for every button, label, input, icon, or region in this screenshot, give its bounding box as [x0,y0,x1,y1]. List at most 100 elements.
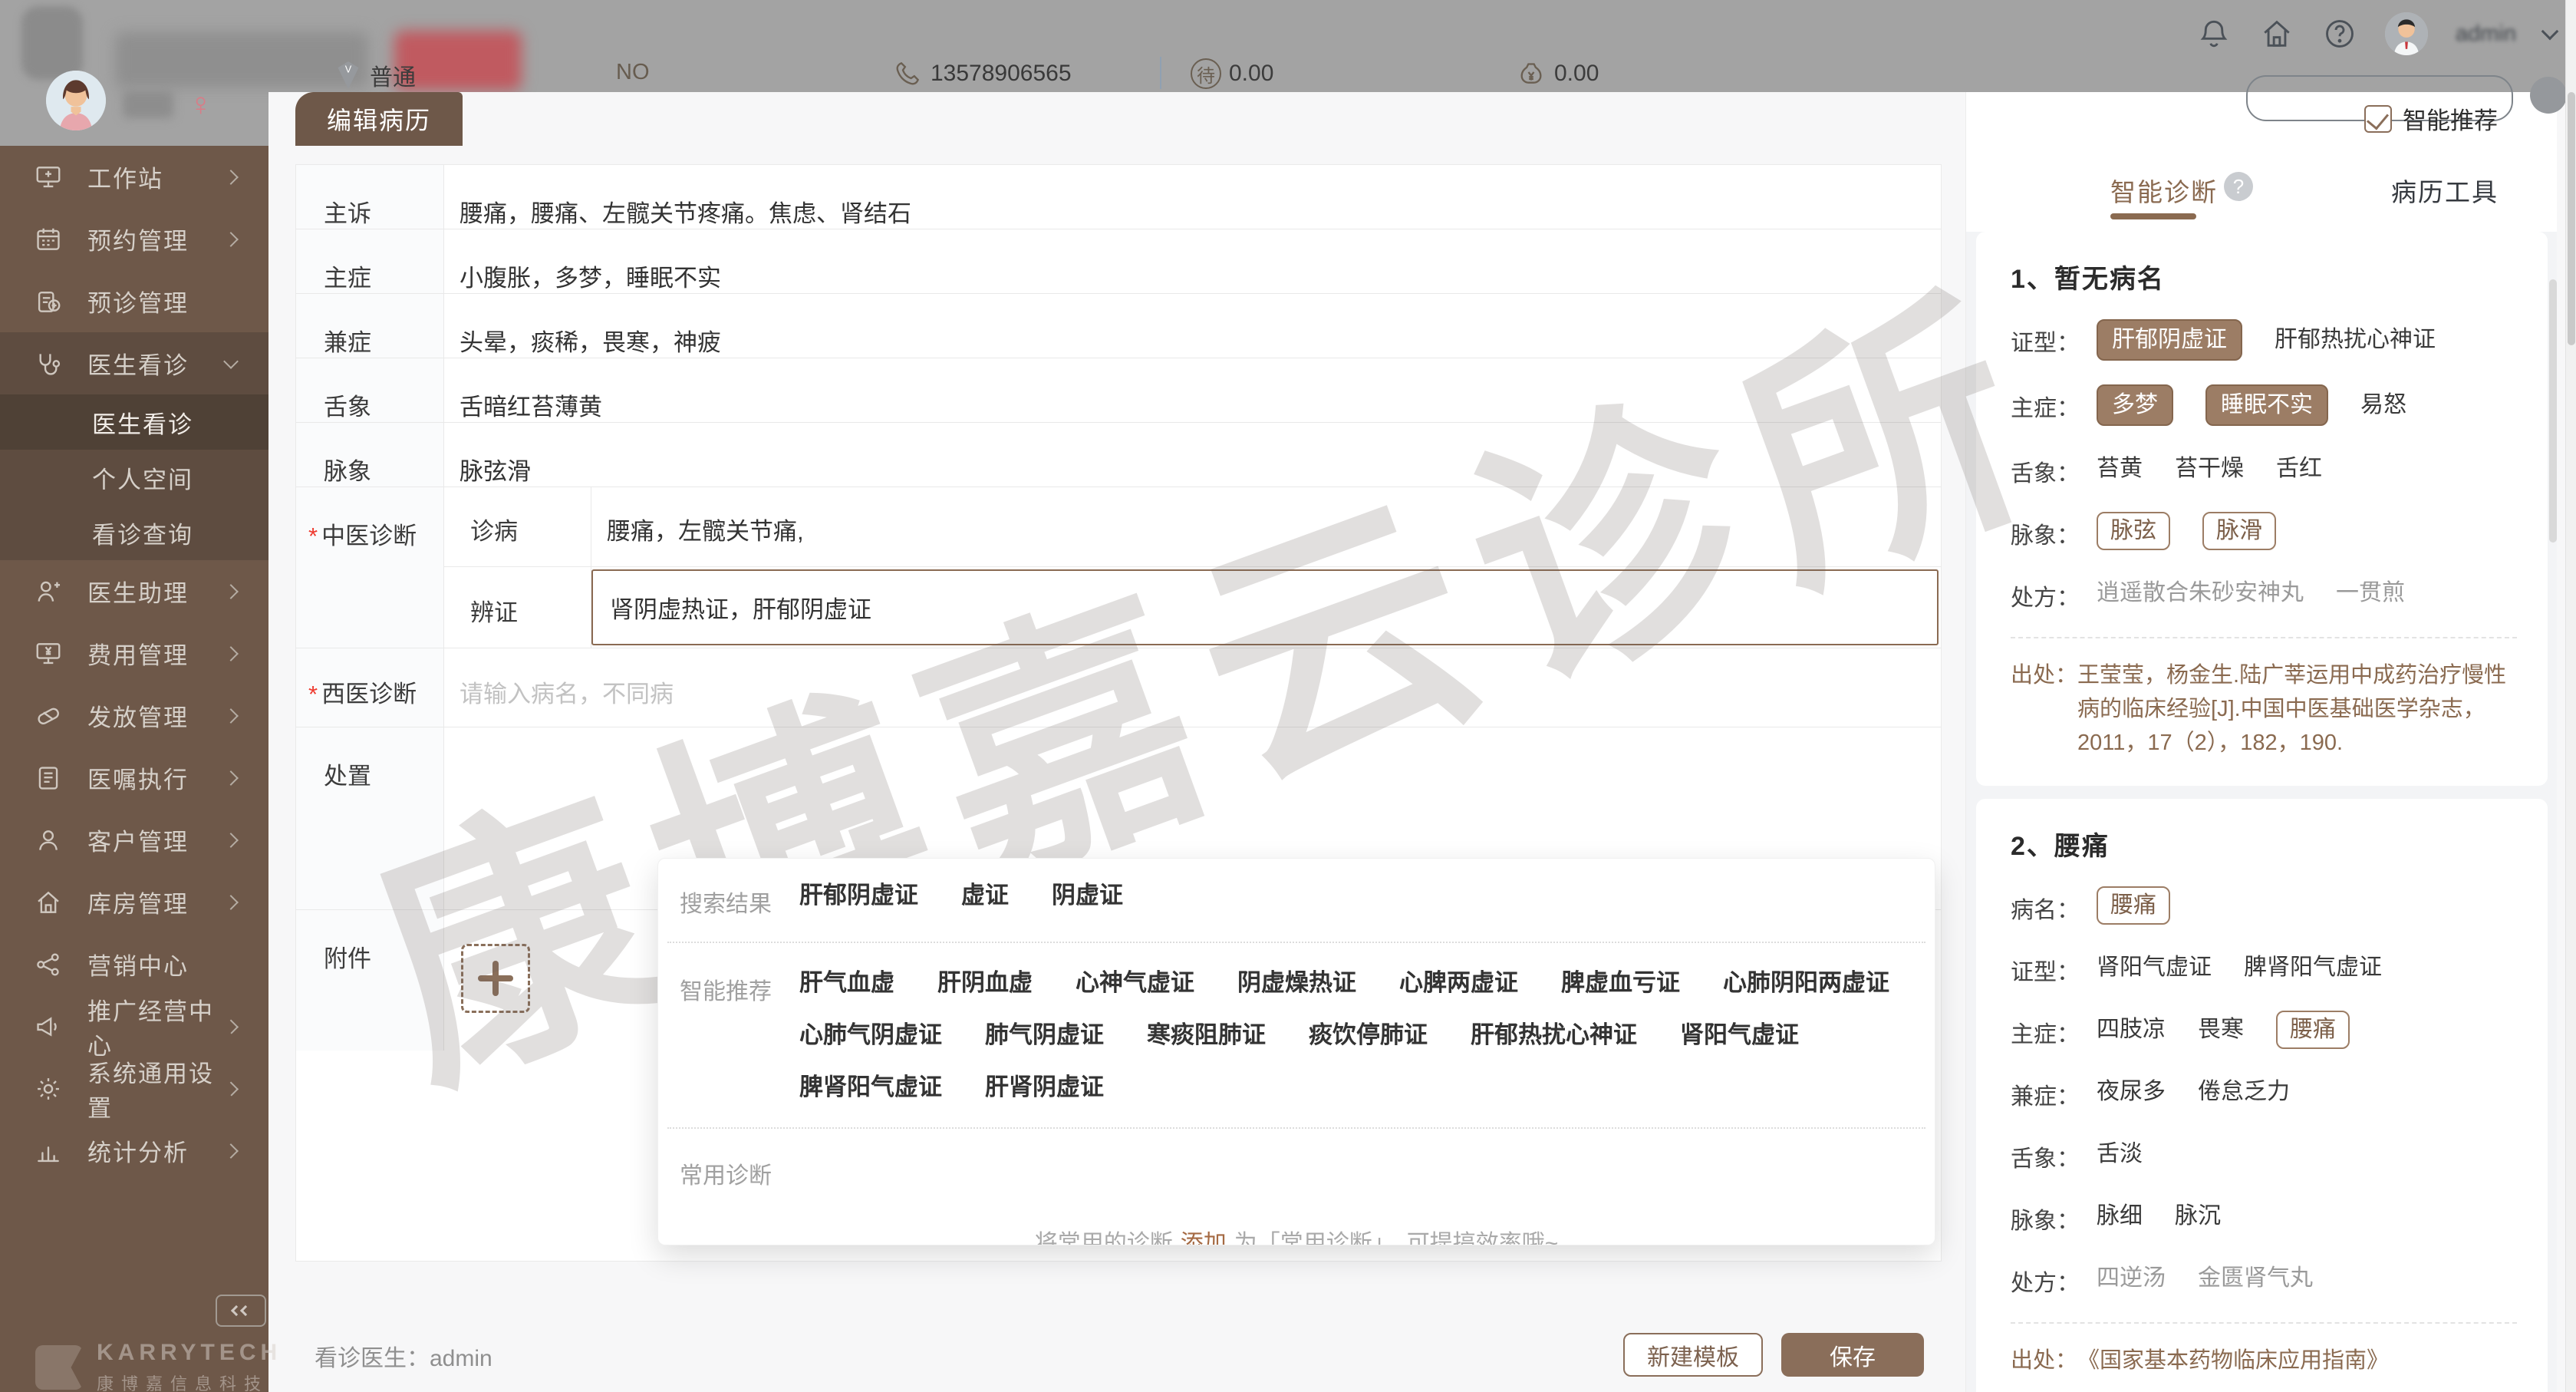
diagnosis-term[interactable]: 舌红 [2276,450,2322,488]
form-row-value[interactable]: 小腹胀，多梦，睡眠不实 [444,229,1941,293]
diagnosis-term[interactable]: 腰痛 [2097,886,2170,925]
sidebar-item[interactable]: 库房管理 [0,871,268,933]
sidebar-item[interactable]: 预约管理 [0,208,268,270]
diagnosis-option[interactable]: 脾肾阳气虚证 [799,1070,942,1104]
diagnosis-option[interactable]: 肝郁热扰心神证 [1471,1018,1637,1052]
sidebar-subitem[interactable]: 个人空间 [0,450,268,505]
diagnosis-term[interactable]: 逍遥散合朱砂安神丸 [2097,574,2304,612]
medical-order-icon [34,764,63,793]
search-avatar-partial[interactable] [2530,77,2567,114]
username-label[interactable]: admin [2456,21,2516,47]
diagnosis-option[interactable]: 脾虚血亏证 [1561,966,1680,1000]
diagnosis-option[interactable]: 虚证 [961,879,1009,919]
diagnosis-term[interactable]: 夜尿多 [2097,1073,2166,1111]
home-icon[interactable] [2259,16,2294,51]
diagnosis-option[interactable]: 心脾两虚证 [1399,966,1518,1000]
tcm-disease-value[interactable]: 腰痛，左髋关节痛, [591,487,1941,566]
sidebar-group: 预诊管理 [0,270,268,332]
diagnosis-option[interactable]: 阴虚燥热证 [1237,966,1356,1000]
diagnosis-term[interactable]: 脉沉 [2175,1197,2221,1235]
diagnosis-option[interactable]: 肝郁阴虚证 [799,879,918,919]
sidebar-subitem[interactable]: 医生看诊 [0,394,268,450]
form-row-value[interactable]: 舌暗红苔薄黄 [444,358,1941,422]
smart-reco-checkbox-row[interactable]: 智能推荐 [2364,101,2498,136]
diagnosis-term[interactable]: 易怒 [2360,386,2406,424]
search-result-section: 搜索结果 肝郁阴虚证虚证阴虚证 [658,879,1935,919]
sidebar-item[interactable]: 工作站 [0,146,268,208]
diagnosis-term[interactable]: 苔干燥 [2175,450,2244,488]
diagnosis-term[interactable]: 脾肾阳气虚证 [2244,948,2382,987]
upload-plus-icon[interactable] [461,944,530,1013]
tab-edit-record[interactable]: 编辑病历 [295,92,463,146]
tab-record-tools[interactable]: 病历工具 [2391,172,2499,209]
checkbox-checked-icon[interactable] [2364,105,2392,133]
diagnosis-option[interactable]: 肝气血虚 [799,966,894,1000]
add-link[interactable]: 添加 [1181,1231,1227,1245]
western-diagnosis-input[interactable]: 请输入病名，不同病 [444,648,1941,727]
warehouse-icon [34,888,63,917]
diagnosis-term[interactable]: 四逆汤 [2097,1259,2166,1298]
user-avatar[interactable] [2385,12,2428,55]
sidebar-item[interactable]: 医嘱执行 [0,747,268,809]
tcm-syndrome-input[interactable]: 肾阴虚热证，肝郁阴虚证 [591,569,1939,646]
strip-divider [1160,57,1161,89]
sidebar-item[interactable]: 推广经营中心 [0,995,268,1057]
help-circle-icon[interactable]: ? [2224,172,2253,201]
smart-reco-items: 肝气血虚 肝阴血虚 心神气虚证 阴虚燥热证 心脾两虚证 脾虚血亏证 心肺阴阳两虚证心肺气阴虚… [799,966,1896,1104]
sidebar-item[interactable]: 医生看诊 [0,332,268,394]
new-template-button[interactable]: 新建模板 [1623,1333,1763,1377]
diagnosis-term[interactable]: 金匮肾气丸 [2198,1259,2313,1298]
page-scrollbar[interactable] [2565,0,2576,1392]
diagnosis-option[interactable]: 心肺气阴虚证 [799,1018,942,1052]
sidebar-collapse-button[interactable] [216,1295,266,1327]
phone-number: 13578906565 [931,61,1072,87]
sidebar-item[interactable]: 医生助理 [0,560,268,622]
diagnosis-term[interactable]: 四肢凉 [2097,1011,2166,1049]
chevron-down-icon[interactable] [2541,23,2559,41]
diagnosis-term[interactable]: 肝郁热扰心神证 [2275,321,2436,359]
diagnosis-term[interactable]: 腰痛 [2276,1011,2350,1049]
diagnosis-term[interactable]: 脉弦 [2097,512,2170,550]
chevron-icon [223,895,239,910]
form-row-value[interactable]: 头晕，痰稀，畏寒，神疲 [444,294,1941,358]
tab-smart-diagnosis[interactable]: 智能诊断 [2110,172,2218,209]
diagnosis-option[interactable]: 肝肾阴虚证 [985,1070,1104,1104]
diagnosis-term[interactable]: 脉细 [2097,1197,2143,1235]
diagnosis-option[interactable]: 肝阴血虚 [937,966,1033,1000]
sidebar-item[interactable]: 预诊管理 [0,270,268,332]
diagnosis-term[interactable]: 舌淡 [2097,1135,2143,1173]
diagnosis-term[interactable]: 倦怠乏力 [2198,1073,2290,1111]
diagnosis-term[interactable]: 畏寒 [2198,1011,2244,1049]
diagnosis-term[interactable]: 睡眠不实 [2205,384,2328,426]
sidebar-item[interactable]: 发放管理 [0,684,268,747]
bell-icon[interactable] [2196,16,2232,51]
form-row-value[interactable]: 腰痛，腰痛、左髋关节疼痛。焦虑、肾结石 [444,165,1941,229]
diagnosis-term[interactable]: 肝郁阴虚证 [2097,319,2242,361]
diagnosis-option[interactable]: 肾阳气虚证 [1680,1018,1799,1052]
diagnosis-term[interactable]: 脉滑 [2202,512,2276,550]
diagnosis-term[interactable]: 一贯煎 [2336,574,2405,612]
sidebar-item[interactable]: 费用管理 [0,622,268,684]
diagnosis-option[interactable]: 心肺阴阳两虚证 [1723,966,1889,1000]
diagnosis-term[interactable]: 苔黄 [2097,450,2143,488]
form-row-value[interactable]: 脉弦滑 [444,423,1941,487]
diagnosis-term[interactable]: 肾阳气虚证 [2097,948,2212,987]
diagnosis-option[interactable]: 寒痰阻肺证 [1147,1018,1266,1052]
card-row-label: 兼症： [2011,1073,2097,1111]
diagnosis-option[interactable]: 肺气阴虚证 [985,1018,1104,1052]
sidebar-item-label: 系统通用设置 [87,1054,226,1123]
sidebar-item[interactable]: 统计分析 [0,1120,268,1182]
save-button[interactable]: 保存 [1781,1333,1924,1377]
help-icon[interactable] [2322,16,2357,51]
sidebar-subitem[interactable]: 看诊查询 [0,505,268,560]
sidebar-item[interactable]: 系统通用设置 [0,1057,268,1120]
sidebar-subitem-label: 看诊查询 [92,516,193,550]
diagnosis-option[interactable]: 心神气虚证 [1076,966,1194,1000]
diagnosis-option[interactable]: 痰饮停肺证 [1309,1018,1428,1052]
sidebar-item[interactable]: 营销中心 [0,933,268,995]
panel-scrollbar-thumb[interactable] [2549,279,2557,543]
diagnosis-option[interactable]: 阴虚证 [1052,879,1123,919]
sidebar-item[interactable]: 客户管理 [0,809,268,871]
diagnosis-term[interactable]: 多梦 [2097,384,2173,426]
page-scrollbar-thumb[interactable] [2568,92,2575,345]
